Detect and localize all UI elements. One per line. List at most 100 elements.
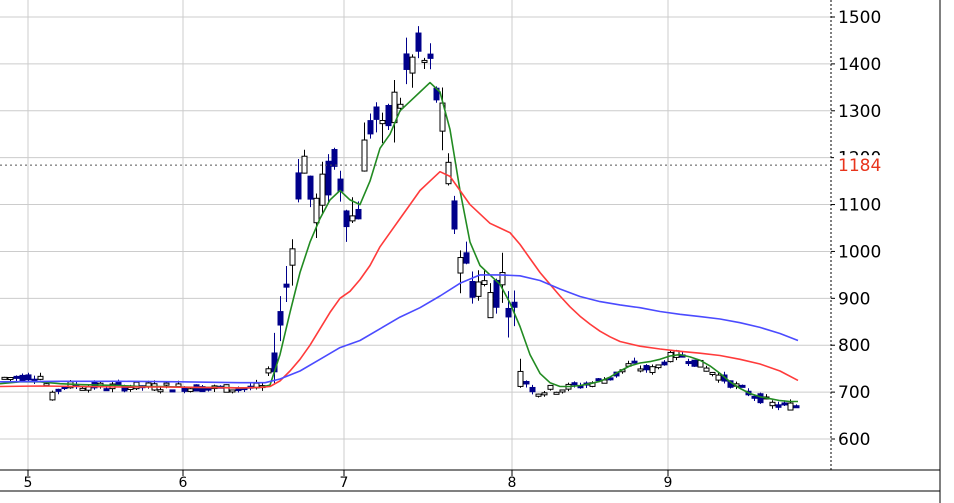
candle-body [7, 377, 14, 381]
candle-body [427, 53, 434, 59]
candle-body [187, 388, 194, 392]
candle-body [49, 391, 56, 401]
candle-body [235, 388, 242, 392]
candle-body [37, 375, 44, 380]
candle-body [409, 56, 416, 74]
candle-body [637, 368, 644, 372]
candle-body [739, 384, 746, 388]
candle-body [169, 389, 176, 393]
candle-body [457, 257, 464, 274]
candle-body [511, 301, 518, 308]
candle-body [691, 359, 698, 367]
candle [199, 385, 206, 393]
candle-body [385, 104, 392, 127]
candle-body [517, 370, 524, 387]
candle-body [283, 283, 290, 288]
candle-body [355, 208, 362, 220]
y-tick-label: 900 [838, 289, 870, 309]
candle [691, 359, 698, 367]
candle-body [13, 375, 20, 379]
candle-body [25, 374, 32, 381]
current-price-label: 1184 [838, 156, 881, 176]
candle [187, 387, 194, 393]
candle-body [751, 395, 758, 399]
candle-body [55, 388, 62, 392]
candle-body [523, 381, 530, 385]
candle [169, 389, 176, 393]
candle [385, 103, 392, 130]
candle-body [781, 402, 788, 406]
candle-body [571, 382, 578, 386]
candle-body [703, 367, 710, 372]
candle-body [631, 360, 638, 364]
candle-body [229, 389, 236, 393]
candle-body [349, 215, 356, 222]
candle-body [481, 280, 488, 285]
candle-body [715, 374, 722, 381]
candle [757, 392, 764, 404]
y-tick-label: 800 [838, 336, 870, 356]
candle-body [343, 210, 350, 228]
candle-body [685, 361, 692, 365]
candle-body [367, 120, 374, 135]
y-tick-label: 1500 [838, 8, 881, 28]
candle-body [661, 361, 668, 366]
y-tick-label: 1400 [838, 55, 881, 75]
candle-body [19, 374, 26, 382]
candle-body [373, 106, 380, 120]
candle-body [313, 197, 320, 224]
candle-body [403, 53, 410, 70]
y-tick-label: 1100 [838, 196, 881, 216]
candle-body [469, 280, 476, 298]
candle-body [289, 248, 296, 266]
candle-body [493, 279, 500, 308]
y-tick-label: 600 [838, 430, 870, 450]
candle-body [451, 200, 458, 230]
candle [1, 376, 8, 380]
candle-body [463, 252, 470, 264]
candle-body [295, 172, 302, 200]
candle [739, 384, 746, 388]
candle-body [649, 366, 656, 374]
x-tick-label: 6 [179, 475, 188, 491]
x-tick-label: 9 [664, 475, 673, 491]
candle [49, 390, 56, 401]
candle-body [337, 178, 344, 192]
candle-body [559, 389, 566, 393]
candle-body [205, 387, 212, 391]
y-tick-label: 700 [838, 383, 870, 403]
candle-body [157, 389, 164, 393]
candle-body [655, 364, 662, 369]
candle-body [79, 387, 86, 391]
candle-body [793, 405, 800, 409]
x-tick-label: 8 [508, 475, 517, 491]
candle-body [331, 149, 338, 167]
candle-body [415, 32, 422, 52]
candle-body [319, 173, 326, 206]
candle-body [541, 392, 548, 396]
x-tick-label: 5 [24, 475, 33, 491]
candle-body [361, 139, 368, 172]
x-tick-label: 7 [340, 475, 349, 491]
candle-body [421, 59, 428, 63]
candle-body [547, 384, 554, 390]
candle-body [529, 386, 536, 393]
candle-body [103, 388, 110, 392]
candle-body [709, 371, 716, 375]
y-tick-label: 1300 [838, 102, 881, 122]
candle-body [265, 368, 272, 374]
y-tick-label: 1000 [838, 242, 881, 262]
candle-body [115, 381, 122, 385]
candle-body [535, 393, 542, 397]
candle [331, 147, 338, 170]
candle-body [643, 365, 650, 371]
candle-body [487, 292, 494, 319]
candle-body [163, 382, 170, 386]
candle [547, 384, 554, 391]
stock-chart: 6007008009001000110012001300140015001184… [0, 0, 954, 503]
candle-body [307, 175, 314, 200]
candle-body [379, 119, 386, 125]
candle-body [325, 160, 332, 196]
candle-body [769, 401, 776, 407]
candle-body [757, 393, 764, 404]
